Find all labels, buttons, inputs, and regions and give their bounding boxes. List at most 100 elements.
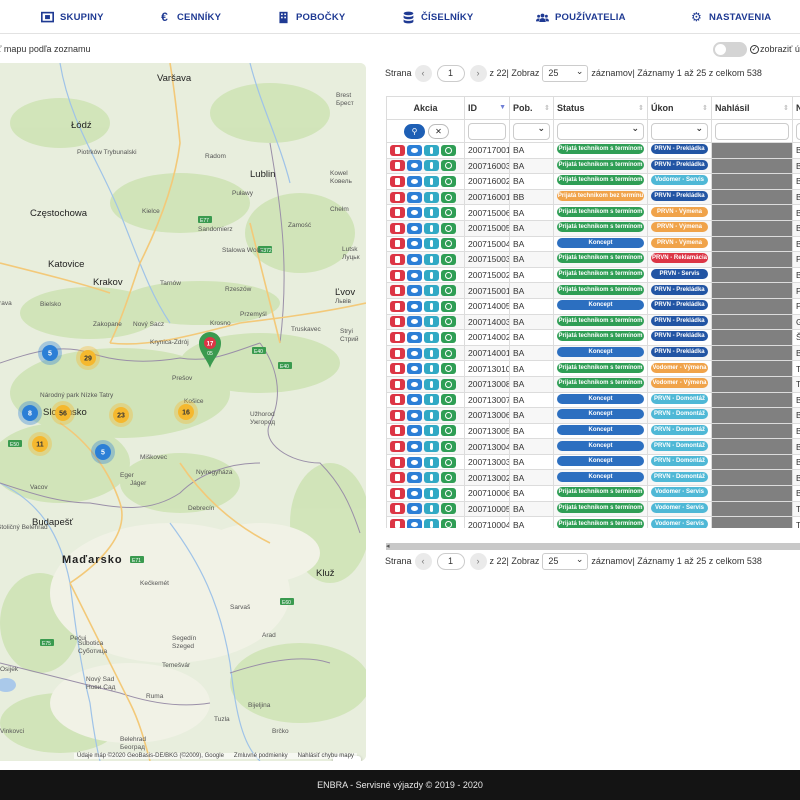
map-pin-icon[interactable] [424, 191, 439, 203]
clock-icon[interactable] [441, 347, 456, 359]
eye-icon[interactable] [407, 160, 422, 172]
map-pin-icon[interactable] [424, 347, 439, 359]
table-row[interactable]: 200713004 BA Koncept PRVN - Domontáž Br [386, 438, 800, 455]
table-row[interactable]: 200713008 BA Prijatá technikom s termíno… [386, 375, 800, 393]
delete-icon[interactable] [390, 222, 405, 234]
ukon-filter-select[interactable] [651, 122, 708, 140]
map-cluster-marker[interactable]: 8 [18, 401, 42, 425]
map-pin-icon[interactable] [424, 269, 439, 281]
map-pin-icon[interactable] [424, 472, 439, 484]
id-filter-input[interactable] [468, 122, 506, 140]
delete-icon[interactable] [390, 207, 405, 219]
eye-icon[interactable] [407, 503, 422, 515]
map-pin-icon[interactable] [424, 487, 439, 499]
delete-icon[interactable] [390, 441, 405, 453]
clock-icon[interactable] [441, 253, 456, 265]
delete-icon[interactable] [390, 331, 405, 343]
nav-ciselniky[interactable]: ČÍSELNÍKY [402, 0, 473, 34]
table-row[interactable]: 200714003 BA Prijatá technikom s termíno… [386, 313, 800, 331]
nav-nastavenia[interactable]: ⚙ NASTAVENIA [690, 0, 771, 34]
clock-icon[interactable] [441, 487, 456, 499]
map-pin-icon[interactable] [424, 363, 439, 375]
delete-icon[interactable] [390, 378, 405, 390]
delete-icon[interactable] [390, 285, 405, 297]
clock-icon[interactable] [441, 300, 456, 312]
map-cluster-marker[interactable]: 5 [91, 440, 115, 464]
clock-icon[interactable] [441, 519, 456, 528]
table-row[interactable]: 200713010 BA Prijatá technikom s termíno… [386, 360, 800, 377]
table-row[interactable]: 200714005 BA Koncept PRVN - Prekládka Pi [386, 297, 800, 315]
map-pin-icon[interactable] [424, 456, 439, 468]
map-pin-icon[interactable] [424, 285, 439, 297]
table-row[interactable]: 200715002 BA Prijatá technikom s termíno… [386, 266, 800, 284]
header-status[interactable]: Status ⇕ [553, 96, 648, 120]
nav-pouzivatelia[interactable]: POUŽÍVATELIA [536, 0, 626, 34]
eye-icon[interactable] [407, 269, 422, 281]
report-map-error-link[interactable]: Nahlásiť chybu mapy [298, 753, 354, 759]
eye-icon[interactable] [407, 456, 422, 468]
map-pin-icon[interactable] [424, 253, 439, 265]
clock-icon[interactable] [441, 394, 456, 406]
table-row[interactable]: 200715005 BA Prijatá technikom s termíno… [386, 219, 800, 237]
clock-icon[interactable] [441, 222, 456, 234]
table-row[interactable]: 200714002 BA Prijatá technikom s termíno… [386, 329, 800, 346]
table-row[interactable]: 200716001 BB Prijatá technikom bez termí… [386, 188, 800, 206]
eye-icon[interactable] [407, 487, 422, 499]
map-pin-icon[interactable] [424, 316, 439, 328]
pob-filter-select[interactable] [513, 122, 550, 140]
delete-icon[interactable] [390, 472, 405, 484]
map-pin-icon[interactable] [424, 238, 439, 250]
header-id[interactable]: ID ▼ [464, 96, 510, 120]
eye-icon[interactable] [407, 238, 422, 250]
clock-icon[interactable] [441, 238, 456, 250]
map-pin-icon[interactable] [424, 331, 439, 343]
eye-icon[interactable] [407, 425, 422, 437]
clock-icon[interactable] [441, 456, 456, 468]
map-pin-icon[interactable] [424, 144, 439, 156]
eye-icon[interactable] [407, 472, 422, 484]
nav-cenniky[interactable]: € CENNÍKY [158, 0, 221, 34]
map-cluster-marker[interactable]: 5 [38, 341, 62, 365]
table-row[interactable]: 200710004 BA Prijatá technikom s termíno… [386, 516, 800, 528]
eye-icon[interactable] [407, 363, 422, 375]
eye-icon[interactable] [407, 175, 422, 187]
table-row[interactable]: 200716002 BA Prijatá technikom s termíno… [386, 173, 800, 190]
delete-icon[interactable] [390, 238, 405, 250]
map-canvas[interactable]: E77 E372 E40 E40 E50 E71 E75 E60 Varšava… [0, 63, 366, 761]
table-row[interactable]: 200713007 BA Koncept PRVN - Domontáž Br [386, 391, 800, 409]
horizontal-scrollbar[interactable] [386, 543, 800, 550]
map-cluster-marker[interactable]: 23 [109, 403, 133, 427]
eye-icon[interactable] [407, 144, 422, 156]
per-page-select[interactable]: 25 [542, 64, 589, 82]
show-toggle[interactable] [713, 42, 747, 57]
page-input[interactable]: 1 [436, 64, 465, 82]
delete-icon[interactable] [390, 144, 405, 156]
eye-icon[interactable] [407, 222, 422, 234]
delete-icon[interactable] [390, 160, 405, 172]
eye-icon[interactable] [407, 300, 422, 312]
clock-icon[interactable] [441, 144, 456, 156]
eye-icon[interactable] [407, 519, 422, 528]
eye-icon[interactable] [407, 378, 422, 390]
clock-icon[interactable] [441, 269, 456, 281]
eye-icon[interactable] [407, 331, 422, 343]
delete-icon[interactable] [390, 409, 405, 421]
table-row[interactable]: 200710005 BA Prijatá technikom s termíno… [386, 500, 800, 518]
clock-icon[interactable] [441, 175, 456, 187]
map-pin-icon[interactable] [424, 300, 439, 312]
table-row[interactable]: 200715003 BA Prijatá technikom s termíno… [386, 251, 800, 268]
header-ukon[interactable]: Úkon ⇕ [647, 96, 712, 120]
map-cluster-marker[interactable]: 16 [174, 400, 198, 424]
table-row[interactable]: 200714001 BA Koncept PRVN - Prekládka Br [386, 344, 800, 362]
map-pin-icon[interactable] [424, 207, 439, 219]
n-filter-input[interactable] [796, 122, 800, 140]
delete-icon[interactable] [390, 519, 405, 528]
delete-icon[interactable] [390, 363, 405, 375]
clear-filter-button[interactable]: ✕ [428, 123, 449, 139]
eye-icon[interactable] [407, 191, 422, 203]
next-page-button[interactable]: › [469, 552, 487, 570]
map-pin-icon[interactable] [424, 394, 439, 406]
map-pin-icon[interactable] [424, 378, 439, 390]
map-pin-icon[interactable] [424, 425, 439, 437]
eye-icon[interactable] [407, 394, 422, 406]
